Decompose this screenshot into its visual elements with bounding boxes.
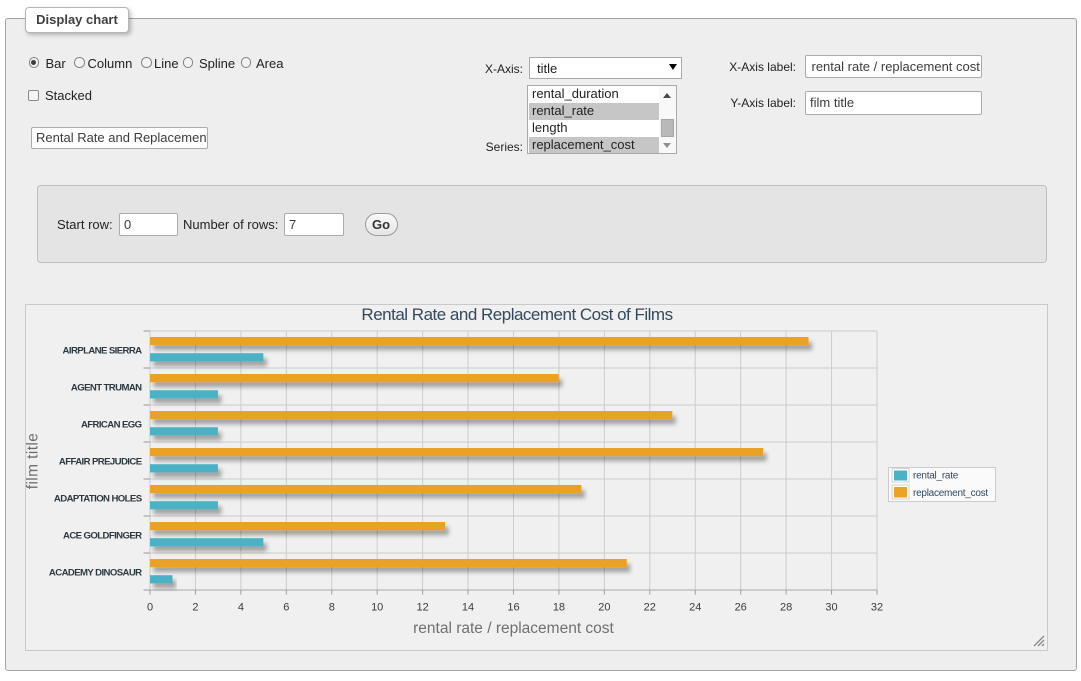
svg-text:AFRICAN EGG: AFRICAN EGG: [81, 420, 142, 431]
svg-text:film title: film title: [26, 433, 42, 490]
svg-text:24: 24: [689, 602, 701, 614]
svg-text:ACADEMY DINOSAUR: ACADEMY DINOSAUR: [49, 568, 142, 579]
svg-text:18: 18: [553, 602, 565, 614]
svg-text:replacement_cost: replacement_cost: [913, 488, 988, 499]
svg-text:ACE GOLDFINGER: ACE GOLDFINGER: [63, 531, 142, 542]
svg-text:6: 6: [283, 602, 289, 614]
svg-text:AGENT TRUMAN: AGENT TRUMAN: [71, 383, 142, 394]
svg-text:10: 10: [371, 602, 383, 614]
svg-text:22: 22: [644, 602, 656, 614]
svg-text:rental rate / replacement cost: rental rate / replacement cost: [413, 620, 614, 637]
svg-text:16: 16: [507, 602, 519, 614]
svg-text:AIRPLANE SIERRA: AIRPLANE SIERRA: [63, 346, 143, 357]
svg-text:12: 12: [416, 602, 428, 614]
svg-text:4: 4: [238, 602, 244, 614]
svg-text:14: 14: [462, 602, 474, 614]
svg-text:2: 2: [192, 602, 198, 614]
svg-text:20: 20: [598, 602, 610, 614]
svg-text:26: 26: [735, 602, 747, 614]
svg-text:32: 32: [871, 602, 883, 614]
svg-text:28: 28: [780, 602, 792, 614]
svg-text:rental_rate: rental_rate: [913, 470, 959, 481]
svg-text:0: 0: [147, 602, 153, 614]
svg-text:ADAPTATION HOLES: ADAPTATION HOLES: [54, 494, 143, 505]
svg-text:8: 8: [329, 602, 335, 614]
svg-text:AFFAIR PREJUDICE: AFFAIR PREJUDICE: [59, 457, 143, 468]
svg-text:30: 30: [825, 602, 837, 614]
svg-text:Rental Rate and Replacement Co: Rental Rate and Replacement Cost of Film…: [361, 305, 672, 324]
